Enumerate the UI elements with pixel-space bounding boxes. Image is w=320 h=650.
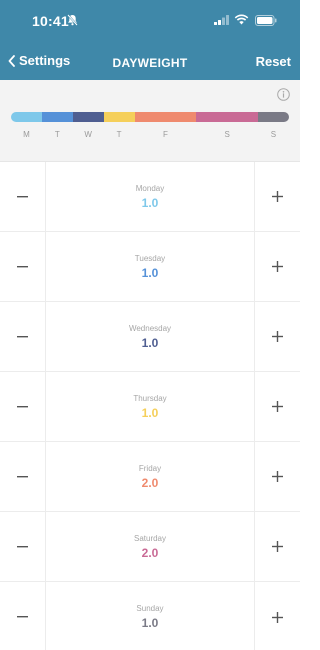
- decrement-button[interactable]: [0, 442, 46, 511]
- day-list: Monday 1.0 Tuesday 1.0 Wednesday 1.0 Thursday 1…: [0, 162, 300, 650]
- battery-icon: [255, 15, 277, 26]
- reset-button[interactable]: Reset: [256, 54, 291, 69]
- day-row-tuesday: Tuesday 1.0: [0, 232, 300, 302]
- day-name: Saturday: [133, 534, 167, 543]
- day-name: Sunday: [136, 604, 164, 613]
- decrement-button[interactable]: [0, 302, 46, 371]
- increment-button[interactable]: [254, 582, 300, 650]
- signal-icon: [214, 15, 229, 25]
- day-weight-value: 1.0: [141, 336, 159, 350]
- increment-button[interactable]: [254, 512, 300, 581]
- week-bar-label: S: [270, 130, 277, 139]
- decrement-button[interactable]: [0, 582, 46, 650]
- bell-off-icon: [67, 14, 78, 26]
- week-bar-segment-saturday: [196, 112, 259, 122]
- week-bar-label: S: [224, 130, 230, 139]
- week-bar-segment-wednesday: [72, 112, 104, 122]
- increment-button[interactable]: [254, 232, 300, 301]
- day-weight-value: 2.0: [141, 476, 159, 490]
- week-bar-segment-thursday: [103, 112, 135, 122]
- day-weight-value: 1.0: [141, 196, 159, 210]
- day-name: Tuesday: [134, 254, 166, 263]
- nav-bar: Settings DAYWEIGHT Reset: [0, 44, 300, 80]
- week-bar-segment-tuesday: [41, 112, 73, 122]
- app-header: 10:41 Settings DAYWEIGHT Reset: [0, 0, 300, 80]
- day-weight-value: 1.0: [141, 406, 159, 420]
- minus-icon: [17, 265, 28, 267]
- decrement-button[interactable]: [0, 232, 46, 301]
- plus-icon: [272, 261, 283, 272]
- plus-icon: [272, 611, 283, 623]
- plus-icon: [272, 191, 283, 202]
- increment-button[interactable]: [254, 302, 300, 371]
- day-weight-value: 1.0: [141, 616, 159, 630]
- increment-button[interactable]: [254, 442, 300, 511]
- week-bar-label: F: [162, 130, 168, 139]
- week-bar-label: M: [23, 130, 30, 139]
- plus-icon: [272, 401, 283, 412]
- day-row-sunday: Sunday 1.0: [0, 582, 300, 650]
- status-time: 10:41: [32, 13, 69, 29]
- day-weight-value: 1.0: [141, 266, 159, 280]
- week-bar-segment-friday: [134, 112, 197, 122]
- info-icon[interactable]: [277, 88, 290, 101]
- day-row-monday: Monday 1.0: [0, 162, 300, 232]
- plus-icon: [272, 541, 283, 552]
- day-name: Thursday: [133, 394, 167, 403]
- week-bar-label: W: [84, 130, 92, 139]
- minus-icon: [17, 475, 28, 477]
- day-row-saturday: Saturday 2.0: [0, 512, 300, 582]
- increment-button[interactable]: [254, 372, 300, 441]
- week-weight-bar: [11, 112, 289, 122]
- minus-icon: [17, 545, 28, 547]
- week-bar-segment-monday: [11, 112, 42, 122]
- minus-icon: [17, 616, 28, 618]
- increment-button[interactable]: [254, 162, 300, 231]
- minus-icon: [17, 195, 28, 197]
- day-name: Friday: [138, 464, 162, 473]
- plus-icon: [272, 471, 283, 482]
- day-row-thursday: Thursday 1.0: [0, 372, 300, 442]
- decrement-button[interactable]: [0, 162, 46, 231]
- day-row-wednesday: Wednesday 1.0: [0, 302, 300, 372]
- week-bar-label: T: [54, 130, 60, 139]
- day-row-friday: Friday 2.0: [0, 442, 300, 512]
- day-name: Wednesday: [128, 324, 172, 333]
- decrement-button[interactable]: [0, 512, 46, 581]
- plus-icon: [272, 331, 283, 342]
- week-bar-segment-sunday: [258, 112, 289, 122]
- minus-icon: [17, 405, 28, 407]
- decrement-button[interactable]: [0, 372, 46, 441]
- week-bar-labels: MTWTFSS: [11, 130, 289, 142]
- minus-icon: [17, 335, 28, 337]
- wifi-icon: [234, 14, 249, 25]
- week-overview: MTWTFSS: [0, 80, 300, 162]
- day-name: Monday: [135, 184, 165, 193]
- week-bar-label: T: [116, 130, 122, 139]
- status-bar: 10:41: [0, 0, 300, 40]
- day-weight-value: 2.0: [141, 546, 159, 560]
